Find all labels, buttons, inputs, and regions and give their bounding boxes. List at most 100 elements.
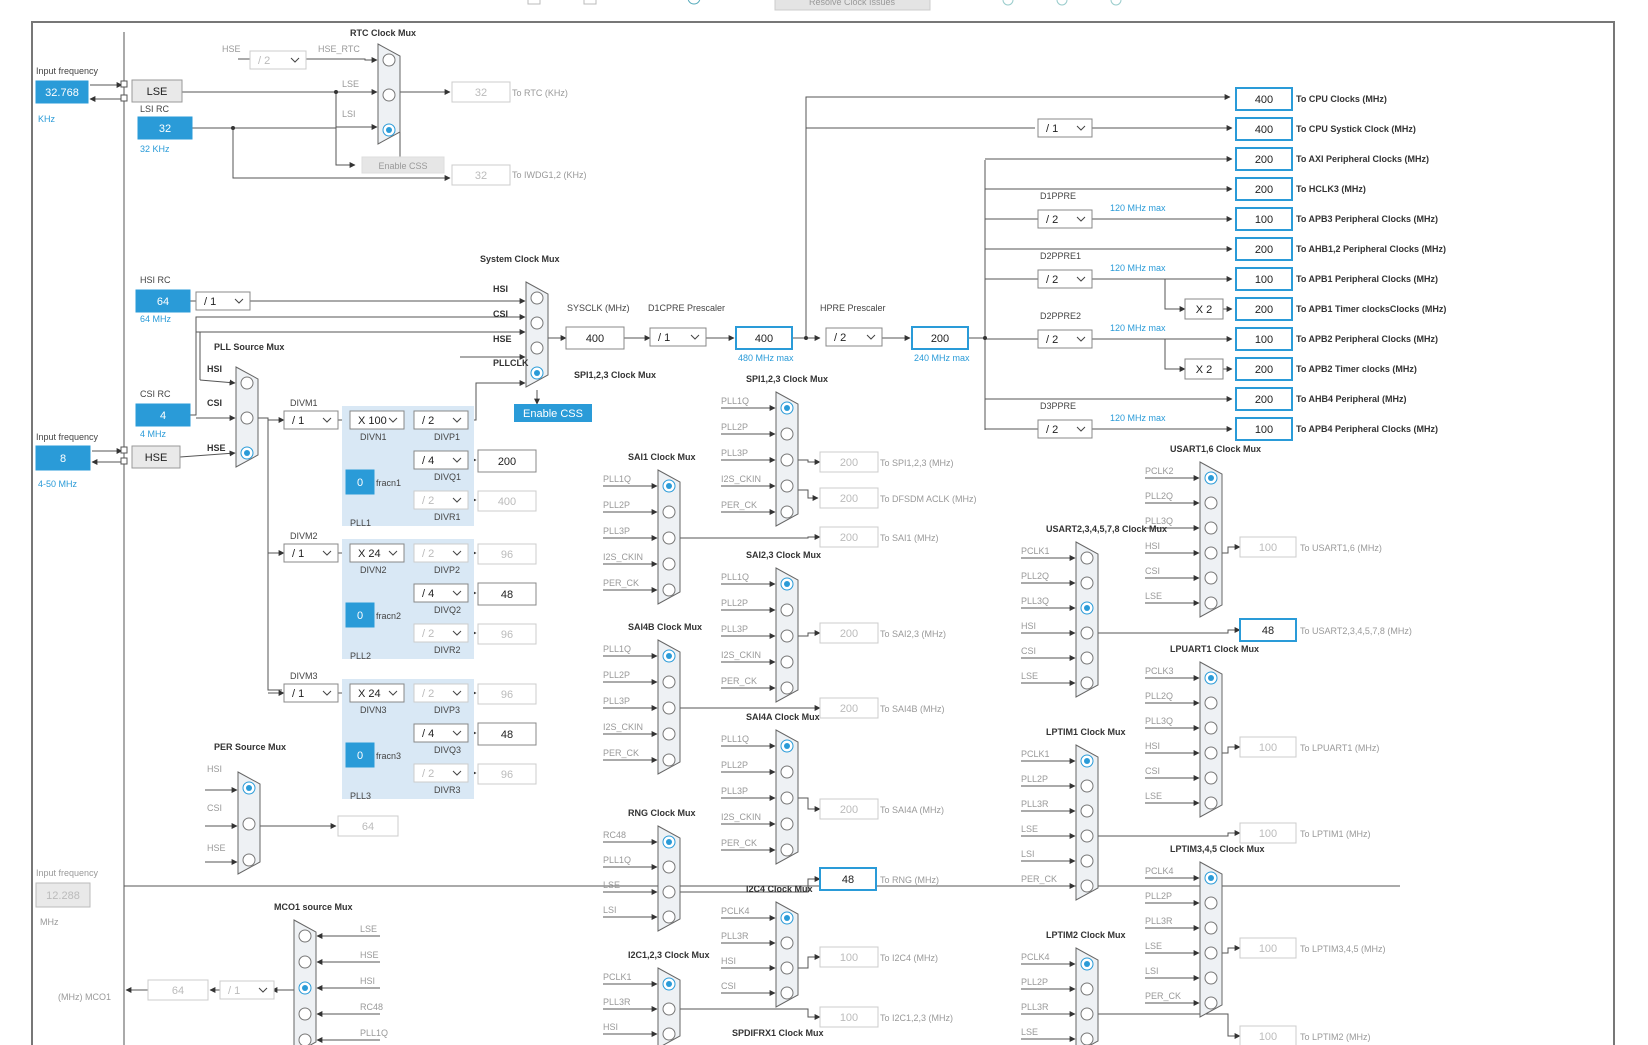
mux-radio-button[interactable] xyxy=(530,291,544,305)
fracn-input[interactable]: 0 xyxy=(345,602,375,628)
mux-radio-button[interactable] xyxy=(1204,721,1218,735)
mux-radio-button[interactable] xyxy=(382,53,396,67)
redo-icon[interactable] xyxy=(583,0,597,5)
mux-radio-button[interactable] xyxy=(242,817,256,831)
divm-prescaler[interactable]: / 1 xyxy=(283,683,339,703)
divr-prescaler[interactable]: / 2 xyxy=(413,763,469,783)
fracn-input[interactable]: 0 xyxy=(345,742,375,768)
mux-radio-button[interactable] xyxy=(1204,596,1218,610)
mux-radio-button[interactable] xyxy=(1080,879,1094,893)
mux-radio-button[interactable] xyxy=(662,479,676,493)
mux-radio-button[interactable] xyxy=(1204,496,1218,510)
undo-icon[interactable] xyxy=(527,0,541,5)
mux-radio-button[interactable] xyxy=(1204,571,1218,585)
divm-prescaler[interactable]: / 1 xyxy=(283,543,339,563)
mux-radio-button[interactable] xyxy=(1204,871,1218,885)
mux-radio-button[interactable] xyxy=(662,557,676,571)
mux-radio-button[interactable] xyxy=(240,376,254,390)
rtc-enable-css-button[interactable]: Enable CSS xyxy=(361,156,445,174)
mux-radio-button[interactable] xyxy=(662,649,676,663)
mux-radio-button[interactable] xyxy=(1080,1032,1094,1045)
mux-radio-button[interactable] xyxy=(1204,896,1218,910)
mux-radio-button[interactable] xyxy=(1204,546,1218,560)
mux-radio-button[interactable] xyxy=(662,505,676,519)
mux-radio-button[interactable] xyxy=(780,401,794,415)
mux-radio-button[interactable] xyxy=(1080,651,1094,665)
mux-radio-button[interactable] xyxy=(298,1033,312,1045)
mux-radio-button[interactable] xyxy=(298,1007,312,1021)
mux-radio-button[interactable] xyxy=(662,1002,676,1016)
divq-prescaler[interactable]: / 4 xyxy=(413,723,469,743)
mux-radio-button[interactable] xyxy=(780,577,794,591)
divp-prescaler[interactable]: / 2 xyxy=(413,410,469,430)
mux-radio-button[interactable] xyxy=(1080,601,1094,615)
divp-prescaler[interactable]: / 2 xyxy=(413,683,469,703)
mux-radio-button[interactable] xyxy=(662,675,676,689)
d1cpre-prescaler[interactable]: / 1 xyxy=(649,327,707,347)
systick-prescaler[interactable]: / 1 xyxy=(1037,118,1093,138)
mux-radio-button[interactable] xyxy=(780,911,794,925)
mux-radio-button[interactable] xyxy=(1204,696,1218,710)
mux-radio-button[interactable] xyxy=(1080,551,1094,565)
enable-css-button[interactable]: Enable CSS xyxy=(514,404,592,422)
mux-radio-button[interactable] xyxy=(780,505,794,519)
divn-multiplier[interactable]: X 24 xyxy=(349,683,405,703)
mux-radio-button[interactable] xyxy=(780,739,794,753)
apb-prescaler[interactable]: / 2 xyxy=(1037,329,1093,349)
resolve-clock-issues-button[interactable]: Resolve Clock Issues xyxy=(774,0,931,11)
hsi-frequency[interactable]: 64 xyxy=(135,289,191,313)
divq-prescaler[interactable]: / 4 xyxy=(413,450,469,470)
mux-radio-button[interactable] xyxy=(780,603,794,617)
mux-radio-button[interactable] xyxy=(242,781,256,795)
mux-radio-button[interactable] xyxy=(1080,779,1094,793)
mux-radio-button[interactable] xyxy=(1204,946,1218,960)
apb-prescaler[interactable]: / 2 xyxy=(1037,209,1093,229)
mux-radio-button[interactable] xyxy=(1204,921,1218,935)
mux-radio-button[interactable] xyxy=(1080,804,1094,818)
divr-prescaler[interactable]: / 2 xyxy=(413,490,469,510)
lse-frequency-input[interactable]: 32.768 xyxy=(35,80,89,104)
mux-radio-button[interactable] xyxy=(780,629,794,643)
mux-radio-button[interactable] xyxy=(240,411,254,425)
divn-multiplier[interactable]: X 100 xyxy=(349,410,405,430)
mux-radio-button[interactable] xyxy=(780,843,794,857)
mux-radio-button[interactable] xyxy=(780,765,794,779)
mux-radio-button[interactable] xyxy=(298,929,312,943)
mux-radio-button[interactable] xyxy=(662,701,676,715)
mux-radio-button[interactable] xyxy=(382,123,396,137)
zoom-in-icon[interactable] xyxy=(1002,0,1014,6)
mux-radio-button[interactable] xyxy=(780,961,794,975)
mux-radio-button[interactable] xyxy=(1204,996,1218,1010)
mux-radio-button[interactable] xyxy=(662,1027,676,1041)
mux-radio-button[interactable] xyxy=(780,817,794,831)
mux-radio-button[interactable] xyxy=(242,853,256,867)
divq-prescaler[interactable]: / 4 xyxy=(413,583,469,603)
mux-radio-button[interactable] xyxy=(662,727,676,741)
mux-radio-button[interactable] xyxy=(1080,957,1094,971)
mux-radio-button[interactable] xyxy=(1204,471,1218,485)
mux-radio-button[interactable] xyxy=(780,427,794,441)
mux-radio-button[interactable] xyxy=(780,655,794,669)
mux-radio-button[interactable] xyxy=(662,835,676,849)
divn-multiplier[interactable]: X 24 xyxy=(349,543,405,563)
mux-radio-button[interactable] xyxy=(780,681,794,695)
mux-radio-button[interactable] xyxy=(1080,626,1094,640)
divr-prescaler[interactable]: / 2 xyxy=(413,623,469,643)
mux-radio-button[interactable] xyxy=(1080,1007,1094,1021)
zoom-out-icon[interactable] xyxy=(1110,0,1122,6)
hse-frequency-input[interactable]: 8 xyxy=(35,445,91,471)
mux-radio-button[interactable] xyxy=(780,791,794,805)
mux-radio-button[interactable] xyxy=(780,479,794,493)
mux-radio-button[interactable] xyxy=(530,341,544,355)
mux-radio-button[interactable] xyxy=(530,366,544,380)
refresh-icon[interactable] xyxy=(687,0,701,5)
mux-radio-button[interactable] xyxy=(1080,829,1094,843)
mux-radio-button[interactable] xyxy=(662,977,676,991)
apb-prescaler[interactable]: / 2 xyxy=(1037,419,1093,439)
mco1-prescaler[interactable]: / 1 xyxy=(219,980,275,1000)
mux-radio-button[interactable] xyxy=(1204,796,1218,810)
mux-radio-button[interactable] xyxy=(662,885,676,899)
mux-radio-button[interactable] xyxy=(1204,521,1218,535)
divm-prescaler[interactable]: / 1 xyxy=(283,410,339,430)
mux-radio-button[interactable] xyxy=(1080,754,1094,768)
